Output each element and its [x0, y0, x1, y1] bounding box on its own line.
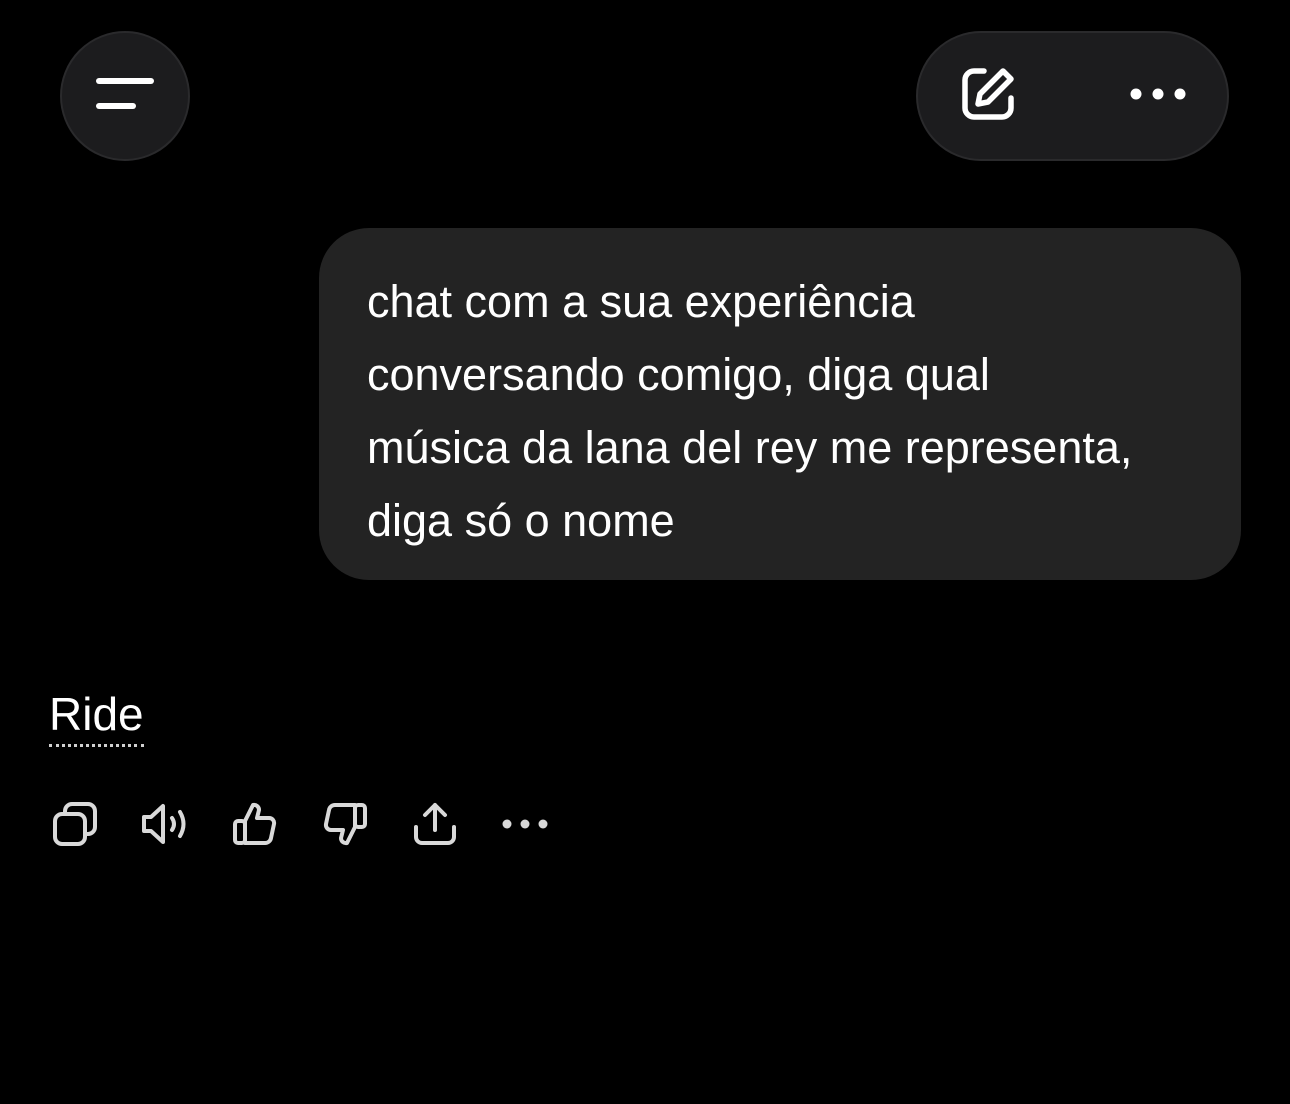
thumbs-up-button[interactable]: [224, 793, 286, 855]
assistant-reply[interactable]: Ride: [49, 684, 144, 747]
more-actions-button[interactable]: [494, 793, 556, 855]
new-chat-button[interactable]: [938, 33, 1038, 159]
thumbs-up-icon: [231, 800, 279, 848]
sidebar-menu-button[interactable]: [60, 31, 190, 161]
copy-button[interactable]: [44, 793, 106, 855]
read-aloud-button[interactable]: [134, 793, 196, 855]
user-message-text: chat com a sua experiência conversando c…: [367, 276, 1133, 546]
header-actions: [916, 31, 1229, 161]
more-horizontal-icon: [501, 817, 549, 831]
thumbs-down-icon: [321, 800, 369, 848]
speaker-icon: [138, 800, 192, 848]
share-button[interactable]: [404, 793, 466, 855]
menu-lines-icon: [95, 76, 155, 117]
copy-icon: [51, 800, 99, 848]
share-icon: [411, 800, 459, 848]
more-options-button[interactable]: [1108, 33, 1208, 159]
edit-square-icon: [958, 64, 1018, 129]
user-message-bubble: chat com a sua experiência conversando c…: [319, 228, 1241, 580]
thumbs-down-button[interactable]: [314, 793, 376, 855]
more-horizontal-icon: [1128, 86, 1188, 107]
message-actions: [44, 792, 584, 856]
